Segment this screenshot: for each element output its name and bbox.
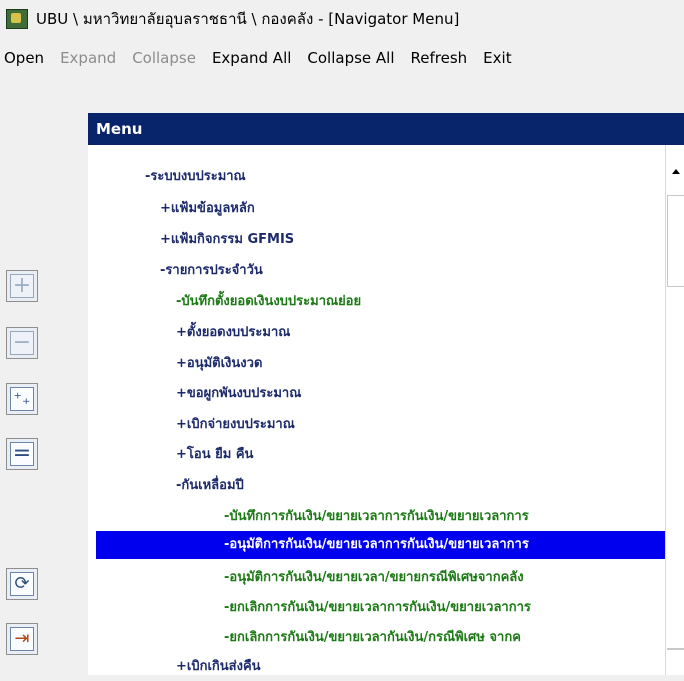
window-title: UBU \ มหาวิทยาลัยอุบลราชธานี \ กองคลัง -… (36, 10, 460, 28)
tree-node-budget-commitment[interactable]: + ขอผูกพันงบประมาณ (176, 380, 301, 408)
node-label: ยกเลิกการกันเงิน/ขยายเวลาการกันเงิน/ขยาย… (229, 600, 531, 615)
tree-node-over-disbursement-return[interactable]: + เบิกเกินส่งคืน (176, 653, 261, 681)
node-label: อนุมัติการกันเงิน/ขยายเวลาการกันเงิน/ขยา… (229, 537, 529, 552)
node-toggle[interactable]: + (176, 411, 187, 439)
node-label: โอน ยืม คืน (186, 447, 254, 462)
minus-icon: − (10, 331, 34, 355)
tree-node-cancel-special-case[interactable]: - ยกเลิกการกันเงิน/ขยายเวลากันเงิน/กรณีพ… (224, 624, 521, 652)
node-label: อนุมัติเงินงวด (186, 356, 263, 371)
node-toggle[interactable]: + (160, 226, 171, 254)
tree-node-budget-setup[interactable]: + ตั้งยอดงบประมาณ (176, 319, 290, 347)
plus-icon: + (10, 274, 34, 298)
scroll-thumb[interactable] (667, 195, 684, 287)
tree-node-budget-system[interactable]: - ระบบงบประมาณ (145, 163, 246, 191)
app-icon (6, 9, 28, 29)
exit-button[interactable]: ⇥ (6, 623, 38, 655)
expand-button[interactable]: + (6, 270, 38, 302)
node-label: บันทึกการกันเงิน/ขยายเวลาการกันเงิน/ขยาย… (229, 509, 529, 524)
node-toggle[interactable]: + (176, 441, 187, 469)
tree-node-record-carry-over[interactable]: - บันทึกการกันเงิน/ขยายเวลาการกันเงิน/ขย… (224, 503, 529, 531)
tree-node-installment-approval[interactable]: + อนุมัติเงินงวด (176, 350, 262, 378)
refresh-button[interactable]: ⟳ (6, 568, 38, 600)
node-label: ขอผูกพันงบประมาณ (186, 386, 302, 401)
title-bar: UBU \ มหาวิทยาลัยอุบลราชธานี \ กองคลัง -… (0, 0, 684, 38)
node-label: เบิกเกินส่งคืน (186, 659, 261, 674)
tree-node-gfmis-activities[interactable]: + แฟ้มกิจกรรม GFMIS (160, 226, 294, 254)
tree-node-approve-special-extension[interactable]: - อนุมัติการกันเงิน/ขยายเวลา/ขยายกรณีพิเ… (224, 564, 524, 592)
tree-node-master-files[interactable]: + แฟ้มข้อมูลหลัก (160, 195, 255, 223)
collapse-button[interactable]: − (6, 327, 38, 359)
menu-open[interactable]: Open (0, 49, 52, 67)
exit-icon: ⇥ (10, 627, 34, 651)
menu-expand-all[interactable]: Expand All (204, 49, 299, 67)
vertical-scrollbar[interactable] (665, 145, 684, 675)
node-label: ยกเลิกการกันเงิน/ขยายเวลากันเงิน/กรณีพิเ… (229, 630, 521, 645)
scroll-divider (667, 648, 684, 650)
node-label: รายการประจำวัน (165, 263, 263, 278)
menu-exit[interactable]: Exit (475, 49, 519, 67)
tree-node-cancel-carry-over[interactable]: - ยกเลิกการกันเงิน/ขยายเวลาการกันเงิน/ขย… (224, 594, 531, 622)
menu-expand[interactable]: Expand (52, 49, 124, 67)
node-toggle[interactable]: + (176, 350, 187, 378)
node-label: ตั้งยอดงบประมาณ (186, 325, 291, 340)
refresh-icon: ⟳ (10, 572, 34, 596)
collapse-all-button[interactable]: = (6, 438, 38, 470)
arrow-up-icon (671, 169, 680, 174)
expand-all-icon: ⁺₊ (10, 387, 34, 411)
node-toggle[interactable]: + (160, 195, 171, 223)
node-label: อนุมัติการกันเงิน/ขยายเวลา/ขยายกรณีพิเศษ… (229, 570, 524, 585)
menu-refresh[interactable]: Refresh (403, 49, 476, 67)
node-label: เบิกจ่ายงบประมาณ (186, 417, 295, 432)
menu-bar: Open Expand Collapse Expand All Collapse… (0, 44, 684, 72)
tree-node-daily-transactions[interactable]: - รายการประจำวัน (160, 257, 263, 285)
tree-node-carry-over[interactable]: - กันเหลื่อมปี (176, 472, 244, 500)
mdi-background (0, 72, 684, 112)
node-label: แฟ้มกิจกรรม GFMIS (170, 232, 295, 247)
node-label: กันเหลื่อมปี (181, 478, 244, 493)
node-toggle[interactable]: + (176, 380, 187, 408)
menu-collapse-all[interactable]: Collapse All (299, 49, 402, 67)
node-label: ระบบงบประมาณ (150, 169, 246, 184)
panel-header-label: Menu (96, 120, 143, 138)
collapse-all-icon: = (10, 442, 34, 466)
tree-node-transfer-borrow-return[interactable]: + โอน ยืม คืน (176, 441, 253, 469)
tree-node-budget-disbursement[interactable]: + เบิกจ่ายงบประมาณ (176, 411, 295, 439)
tree-node-sub-budget-entry[interactable]: - บันทึกตั้งยอดเงินงบประมาณย่อย (176, 288, 361, 316)
node-label: บันทึกตั้งยอดเงินงบประมาณย่อย (181, 294, 362, 309)
node-label: แฟ้มข้อมูลหลัก (170, 201, 255, 216)
node-toggle[interactable]: + (176, 319, 187, 347)
node-toggle[interactable]: + (176, 653, 187, 681)
expand-all-button[interactable]: ⁺₊ (6, 383, 38, 415)
tree-node-approve-carry-over[interactable]: - อนุมัติการกันเงิน/ขยายเวลาการกันเงิน/ข… (96, 531, 665, 559)
menu-collapse[interactable]: Collapse (124, 49, 204, 67)
panel-header: Menu (88, 113, 684, 145)
